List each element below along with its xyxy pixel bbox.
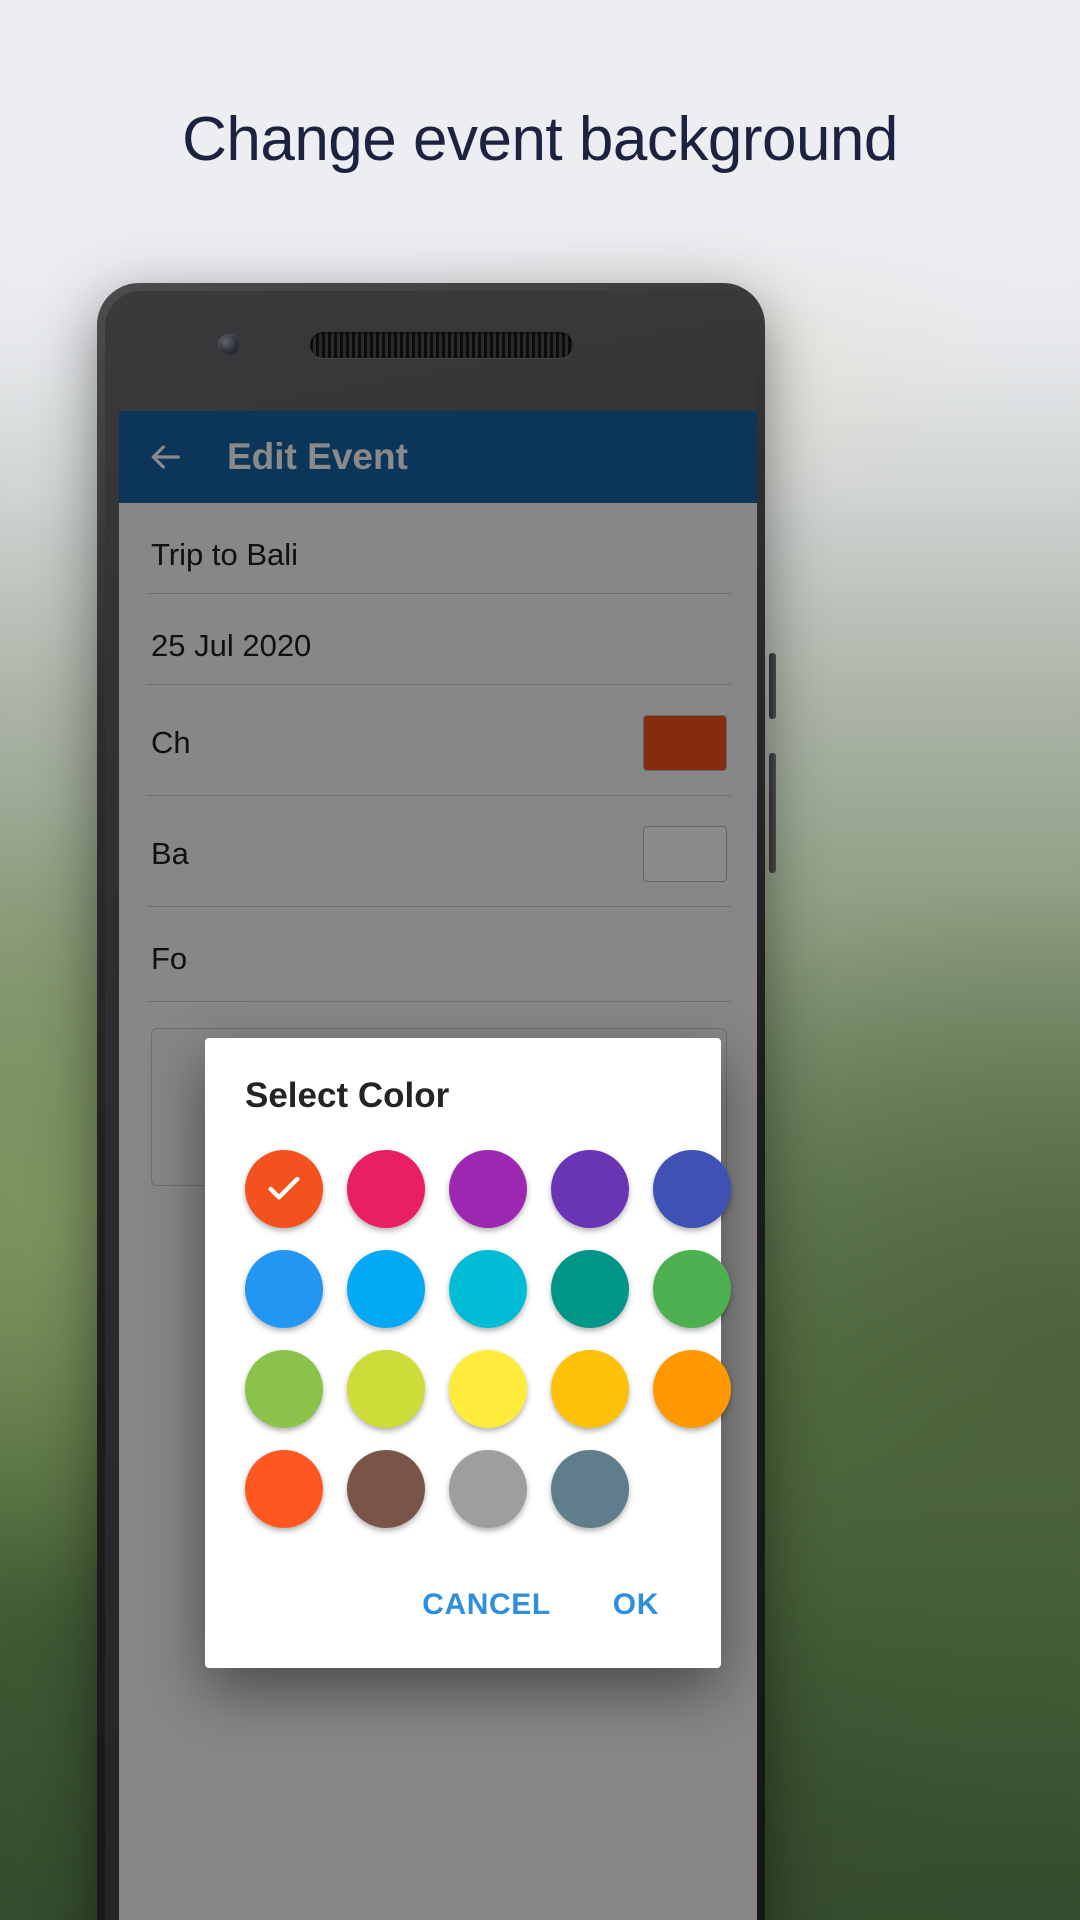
color-swatch-teal[interactable] <box>551 1250 629 1328</box>
color-swatch-deep-orange[interactable] <box>245 1150 323 1228</box>
color-swatch-blue-grey[interactable] <box>551 1450 629 1528</box>
color-swatch-orange[interactable] <box>653 1350 731 1428</box>
color-swatch-cyan[interactable] <box>449 1250 527 1328</box>
color-swatch-amber[interactable] <box>551 1350 629 1428</box>
swatch-row <box>245 1150 731 1228</box>
swatch-row <box>245 1450 681 1528</box>
color-swatch-indigo[interactable] <box>653 1150 731 1228</box>
color-swatch-lime[interactable] <box>347 1350 425 1428</box>
color-swatch-deep-purple[interactable] <box>551 1150 629 1228</box>
color-swatch-pink[interactable] <box>347 1150 425 1228</box>
cancel-button[interactable]: CANCEL <box>400 1574 573 1636</box>
app-screen: Edit Event Trip to Bali 25 Jul 2020 Ch B… <box>119 411 757 1920</box>
swatch-row <box>245 1350 731 1428</box>
color-swatch-light-green[interactable] <box>245 1350 323 1428</box>
color-swatch-grid <box>245 1150 731 1528</box>
ok-button[interactable]: OK <box>591 1574 681 1636</box>
speaker-grille-icon <box>310 332 573 358</box>
color-swatch-grey[interactable] <box>449 1450 527 1528</box>
promo-headline: Change event background <box>182 105 898 174</box>
color-swatch-yellow[interactable] <box>449 1350 527 1428</box>
dialog-actions: CANCEL OK <box>245 1574 681 1648</box>
color-swatch-deep-orange-accent[interactable] <box>245 1450 323 1528</box>
color-swatch-light-blue[interactable] <box>347 1250 425 1328</box>
swatch-row <box>245 1250 731 1328</box>
phone-mockup: Edit Event Trip to Bali 25 Jul 2020 Ch B… <box>97 283 776 1920</box>
color-swatch-blue[interactable] <box>245 1250 323 1328</box>
phone-volume-button <box>769 653 776 719</box>
dialog-title: Select Color <box>245 1076 450 1115</box>
promo-image-root: Change event background Edit Event Trip … <box>0 0 1080 1920</box>
color-swatch-green[interactable] <box>653 1250 731 1328</box>
check-icon <box>268 1176 300 1200</box>
phone-power-button <box>769 753 776 873</box>
select-color-dialog: Select Color CANCEL OK <box>205 1038 731 1668</box>
phone-bezel: Edit Event Trip to Bali 25 Jul 2020 Ch B… <box>105 291 757 1920</box>
color-swatch-purple[interactable] <box>449 1150 527 1228</box>
camera-icon <box>218 334 240 356</box>
color-swatch-brown[interactable] <box>347 1450 425 1528</box>
